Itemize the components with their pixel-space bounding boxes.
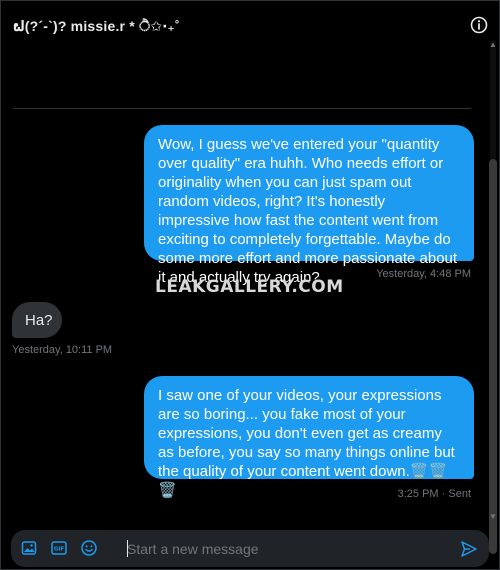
message-status: 3:25 PM · Sent — [397, 488, 471, 500]
svg-text:GIF: GIF — [54, 547, 65, 553]
conversation-title: ຝ(?´-`)? missie.r * ੈ✩‧₊˚ — [13, 17, 180, 34]
message-timestamp: Yesterday, 4:48 PM — [376, 268, 471, 280]
message-composer: GIF — [11, 530, 489, 567]
text-caret — [127, 540, 128, 557]
send-icon[interactable] — [459, 539, 479, 559]
message-bubble-incoming[interactable]: Ha? — [12, 302, 62, 338]
info-icon[interactable] — [469, 15, 489, 35]
emoji-icon[interactable] — [80, 539, 98, 557]
watermark-text: LEAKGALLERY.COM — [155, 277, 344, 297]
message-scrollbar[interactable]: ▲ ▼ — [487, 41, 497, 554]
header-divider — [13, 108, 471, 109]
gif-icon[interactable]: GIF — [50, 539, 68, 557]
scrollbar-thumb[interactable] — [489, 159, 497, 554]
message-bubble-outgoing[interactable]: Wow, I guess we've entered your "quantit… — [144, 125, 474, 286]
message-input[interactable] — [127, 537, 447, 561]
scroll-down-icon[interactable]: ▼ — [489, 513, 497, 521]
message-timestamp: Yesterday, 10:11 PM — [12, 344, 113, 356]
dm-window: ຝ(?´-`)? missie.r * ੈ✩‧₊˚ ▲ ▼ Wow, I gue… — [0, 0, 500, 570]
message-bubble-outgoing[interactable]: I saw one of your videos, your expressio… — [144, 376, 474, 499]
scroll-up-icon[interactable]: ▲ — [489, 41, 497, 49]
conversation-header: ຝ(?´-`)? missie.r * ੈ✩‧₊˚ — [1, 1, 500, 51]
image-icon[interactable] — [20, 539, 38, 557]
